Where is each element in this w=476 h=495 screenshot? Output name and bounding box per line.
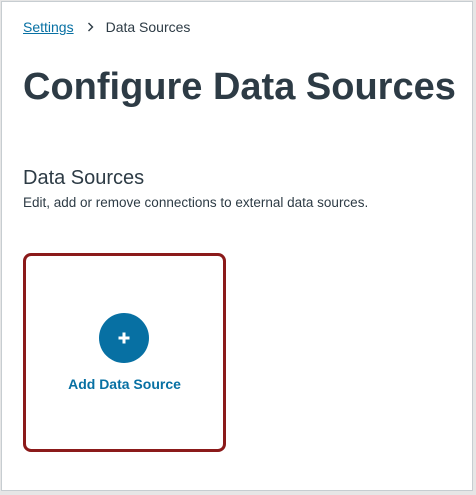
plus-icon[interactable] [99, 313, 149, 363]
section-description: Edit, add or remove connections to exter… [23, 195, 369, 210]
add-data-source-label[interactable]: Add Data Source [26, 376, 223, 392]
page-container: Settings Data Sources Configure Data Sou… [1, 1, 473, 491]
section-title: Data Sources [23, 167, 145, 189]
breadcrumb-current: Data Sources [105, 19, 191, 35]
page-title: Configure Data Sources [23, 66, 456, 108]
breadcrumb: Settings Data Sources [23, 19, 190, 35]
add-data-source-button[interactable]: Add Data Source [23, 253, 226, 452]
breadcrumb-settings-link[interactable]: Settings [23, 19, 74, 35]
chevron-right-icon [87, 22, 96, 32]
